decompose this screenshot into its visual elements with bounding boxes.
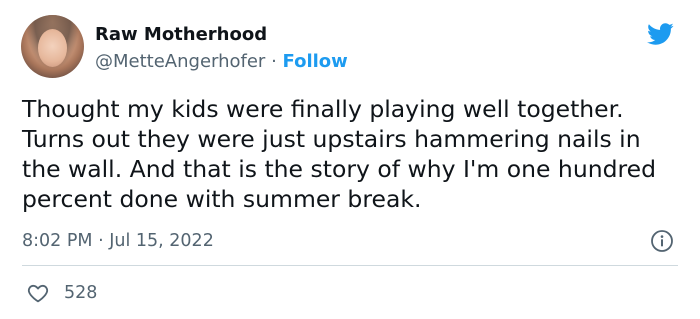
tweet-text: Thought my kids were finally playing wel… [22,95,657,213]
like-button[interactable]: 528 [26,280,97,306]
handle-separator: · [265,51,283,72]
heart-icon [27,284,49,303]
like-count: 528 [64,283,98,303]
divider [22,265,678,266]
user-handle[interactable]: @MetteAngerhofer [95,51,265,72]
date-separator: · [92,231,110,251]
twitter-bird-icon[interactable] [643,20,677,48]
tweet-time: 8:02 PM [22,231,93,251]
tweet-timestamp[interactable]: 8:02 PM · Jul 15, 2022 [22,229,214,253]
follow-button[interactable]: Follow [283,51,348,72]
info-icon[interactable] [650,229,674,253]
display-name[interactable]: Raw Motherhood [95,23,267,47]
handle-line: @MetteAngerhofer · Follow [95,50,348,74]
tweet-card: Raw Motherhood @MetteAngerhofer · Follow… [0,0,700,319]
avatar-face [38,29,67,67]
avatar[interactable] [21,15,84,78]
tweet-date: Jul 15, 2022 [109,231,214,251]
